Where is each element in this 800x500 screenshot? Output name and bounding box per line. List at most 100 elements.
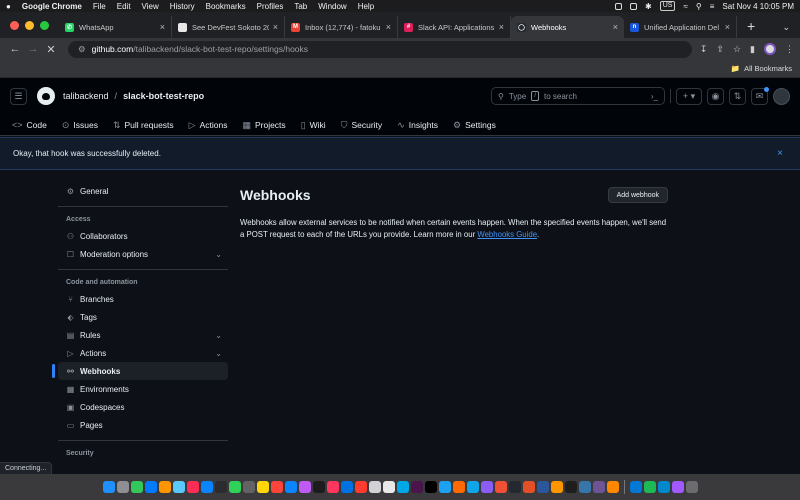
all-bookmarks-link[interactable]: All Bookmarks <box>744 64 792 73</box>
dock-app-icon[interactable] <box>172 481 185 493</box>
dock-app-icon[interactable] <box>438 481 451 493</box>
back-button[interactable]: ← <box>6 43 24 55</box>
menu-file[interactable]: File <box>93 2 106 11</box>
status-menu-icon[interactable] <box>630 2 638 10</box>
dock-app-icon[interactable] <box>256 481 269 493</box>
close-tab-icon[interactable]: × <box>499 22 504 32</box>
dock-app-icon[interactable] <box>312 481 325 493</box>
dock-app-icon[interactable] <box>424 481 437 493</box>
repo-name-link[interactable]: slack-bot-test-repo <box>123 91 204 101</box>
tab-insights[interactable]: ∿ Insights <box>397 114 438 136</box>
sidebar-item-actions[interactable]: ▷ Actions ⌄ <box>58 344 228 362</box>
dock-app-icon[interactable] <box>284 481 297 493</box>
minimize-window-button[interactable] <box>25 20 34 30</box>
dock-app-icon[interactable] <box>564 481 577 493</box>
new-tab-button[interactable]: + <box>737 16 765 38</box>
site-info-icon[interactable]: ⚙ <box>78 44 86 55</box>
tab-actions[interactable]: ▷ Actions <box>189 114 228 136</box>
sidebar-item-moderation-options[interactable]: ☐ Moderation options ⌄ <box>58 245 228 263</box>
dock-app-icon[interactable] <box>200 481 213 493</box>
dock-app-icon[interactable] <box>326 481 339 493</box>
menubar-datetime[interactable]: Sat Nov 4 10:05 PM <box>722 2 794 11</box>
menu-edit[interactable]: Edit <box>117 2 131 11</box>
menu-bookmarks[interactable]: Bookmarks <box>206 2 246 11</box>
zoom-window-button[interactable] <box>40 20 49 30</box>
dock-app-icon[interactable] <box>466 481 479 493</box>
chevron-down-icon[interactable]: ⌄ <box>215 250 222 259</box>
search-input[interactable]: ⚲ Type / to search ›_ <box>491 87 665 105</box>
sidebar-item-webhooks[interactable]: ⚯ Webhooks <box>52 362 228 380</box>
inbox-icon[interactable]: ✉ <box>751 86 769 105</box>
spotlight-icon[interactable]: ⚲ <box>696 2 702 11</box>
status-menu-icon[interactable] <box>615 2 623 10</box>
dock-app-icon[interactable] <box>368 481 381 493</box>
dock-app-icon[interactable] <box>592 481 605 493</box>
browser-tab[interactable]: n Unified Application Del × <box>624 16 737 38</box>
tab-pull-requests[interactable]: ⇅ Pull requests <box>113 114 174 136</box>
profile-avatar[interactable] <box>764 43 776 55</box>
stop-loading-button[interactable]: ✕ <box>42 43 60 56</box>
close-tab-icon[interactable]: × <box>273 22 278 32</box>
issues-icon[interactable]: ◉ <box>707 87 724 105</box>
wifi-icon[interactable]: ≈ <box>683 2 687 11</box>
dock-app-icon[interactable] <box>536 481 549 493</box>
github-logo-icon[interactable] <box>37 87 55 105</box>
close-tab-icon[interactable]: × <box>160 22 165 32</box>
address-bar[interactable]: ⚙ github.com/talibackend/slack-bot-test-… <box>68 40 692 58</box>
dock-app-icon[interactable] <box>102 481 115 493</box>
pull-requests-icon[interactable]: ⇅ <box>729 87 746 105</box>
sidebar-item-general[interactable]: ⚙ General <box>58 182 228 200</box>
close-tab-icon[interactable]: × <box>613 22 618 32</box>
menu-view[interactable]: View <box>142 2 159 11</box>
dock-app-icon[interactable] <box>522 481 535 493</box>
input-source-badge[interactable]: US <box>659 1 676 11</box>
browser-tab[interactable]: M Inbox (12,774) - fatoku × <box>285 16 398 38</box>
close-tab-icon[interactable]: × <box>725 22 730 32</box>
sidebar-item-pages[interactable]: ▭ Pages <box>58 416 228 434</box>
menu-profiles[interactable]: Profiles <box>257 2 284 11</box>
sidebar-item-environments[interactable]: ▦ Environments <box>58 380 228 398</box>
install-app-icon[interactable]: ↧ <box>700 44 708 55</box>
command-palette-icon[interactable]: ›_ <box>651 92 658 101</box>
chrome-menu-icon[interactable]: ⋮ <box>785 44 794 55</box>
tab-wiki[interactable]: ▯ Wiki <box>301 114 326 136</box>
control-center-icon[interactable]: ≡ <box>710 2 715 11</box>
browser-tab[interactable]: ✆ WhatsApp × <box>59 16 172 38</box>
tab-issues[interactable]: ⊙ Issues <box>62 114 98 136</box>
forward-button[interactable]: → <box>24 43 42 55</box>
menu-history[interactable]: History <box>170 2 195 11</box>
dock-app-icon[interactable] <box>657 481 670 493</box>
create-new-button[interactable]: + ▾ <box>676 87 702 105</box>
dock-app-icon[interactable] <box>396 481 409 493</box>
tab-security[interactable]: ⛉ Security <box>341 114 382 136</box>
dock-app-icon[interactable] <box>480 481 493 493</box>
dock-app-icon[interactable] <box>508 481 521 493</box>
tab-search-chevron-icon[interactable]: ⌄ <box>772 16 800 38</box>
apple-icon[interactable]: ● <box>6 2 11 11</box>
close-tab-icon[interactable]: × <box>386 22 391 32</box>
webhooks-guide-link[interactable]: Webhooks Guide <box>477 230 537 239</box>
bookmark-star-icon[interactable]: ☆ <box>733 44 741 55</box>
close-window-button[interactable] <box>10 20 19 30</box>
dock-app-icon[interactable] <box>130 481 143 493</box>
chevron-down-icon[interactable]: ⌄ <box>215 331 222 340</box>
user-avatar[interactable] <box>773 87 790 105</box>
add-webhook-button[interactable]: Add webhook <box>607 187 668 203</box>
browser-tab[interactable]: See DevFest Sokoto 20 × <box>172 16 285 38</box>
browser-tab[interactable]: # Slack API: Applications × <box>398 16 511 38</box>
dock-app-icon[interactable] <box>298 481 311 493</box>
dock-app-icon[interactable] <box>228 481 241 493</box>
menu-help[interactable]: Help <box>358 2 374 11</box>
sidebar-item-collaborators[interactable]: ⚇ Collaborators <box>58 227 228 245</box>
sidebar-item-rules[interactable]: ▤ Rules ⌄ <box>58 326 228 344</box>
dock-app-icon[interactable] <box>116 481 129 493</box>
dock-app-icon[interactable] <box>643 481 656 493</box>
menu-tab[interactable]: Tab <box>294 2 307 11</box>
tab-code[interactable]: <> Code <box>12 114 47 136</box>
dock-app-icon[interactable] <box>410 481 423 493</box>
bluetooth-icon[interactable]: ✱ <box>645 2 652 11</box>
dock-app-icon[interactable] <box>452 481 465 493</box>
close-icon[interactable]: × <box>777 148 783 159</box>
browser-tab[interactable]: ◯ Webhooks × <box>511 16 624 38</box>
share-icon[interactable]: ⇧ <box>716 44 724 55</box>
